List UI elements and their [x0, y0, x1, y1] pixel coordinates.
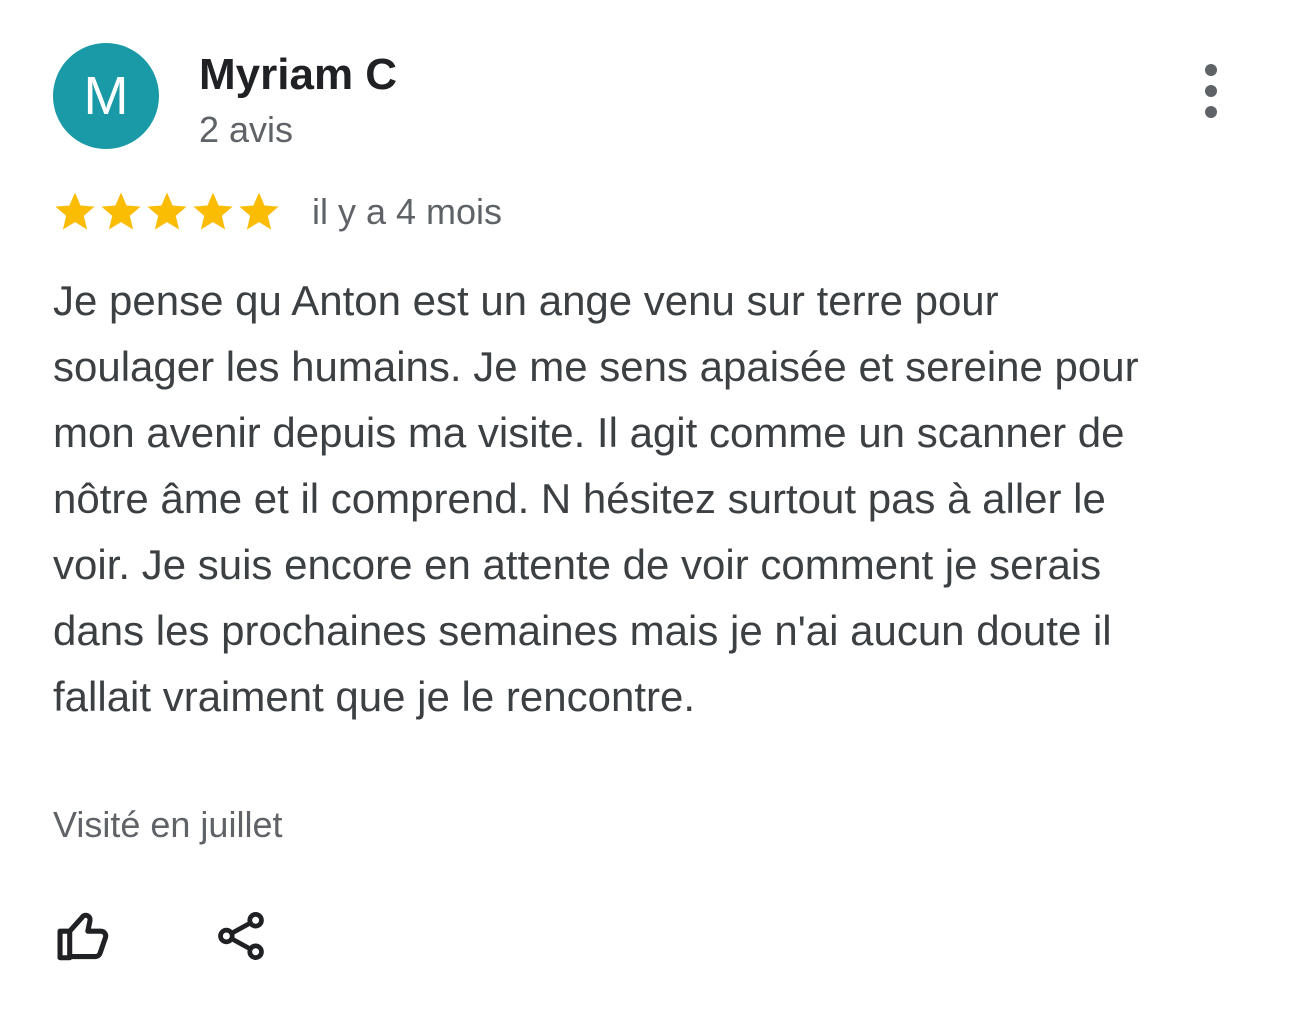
star-icon: [239, 192, 279, 230]
review-timestamp: il y a 4 mois: [312, 191, 503, 232]
visit-info: Visité en juillet: [53, 804, 283, 845]
avatar-initial: M: [83, 66, 129, 126]
star-icon: [101, 192, 141, 230]
review-card: M Myriam C 2 avis il y a 4 mois Je pense…: [0, 0, 1290, 1017]
share-icon: [218, 912, 264, 960]
review-actions: [52, 905, 272, 967]
like-button[interactable]: [52, 905, 114, 967]
star-icon: [147, 192, 187, 230]
avatar[interactable]: M: [53, 43, 159, 149]
more-vert-icon-dot: [1205, 85, 1217, 97]
rating-row: il y a 4 mois: [52, 184, 502, 240]
thumbs-up-icon: [57, 912, 109, 961]
star-icon: [193, 192, 233, 230]
author-review-count: 2 avis: [199, 109, 294, 150]
star-rating: [52, 189, 282, 235]
share-button[interactable]: [210, 905, 272, 967]
author-name[interactable]: Myriam C: [199, 50, 397, 100]
more-options-button[interactable]: [1190, 64, 1232, 118]
star-icon: [55, 192, 95, 230]
more-vert-icon-dot: [1205, 106, 1217, 118]
more-vert-icon-dot: [1205, 64, 1217, 76]
review-text: Je pense qu Anton est un ange venu sur t…: [53, 277, 1139, 720]
